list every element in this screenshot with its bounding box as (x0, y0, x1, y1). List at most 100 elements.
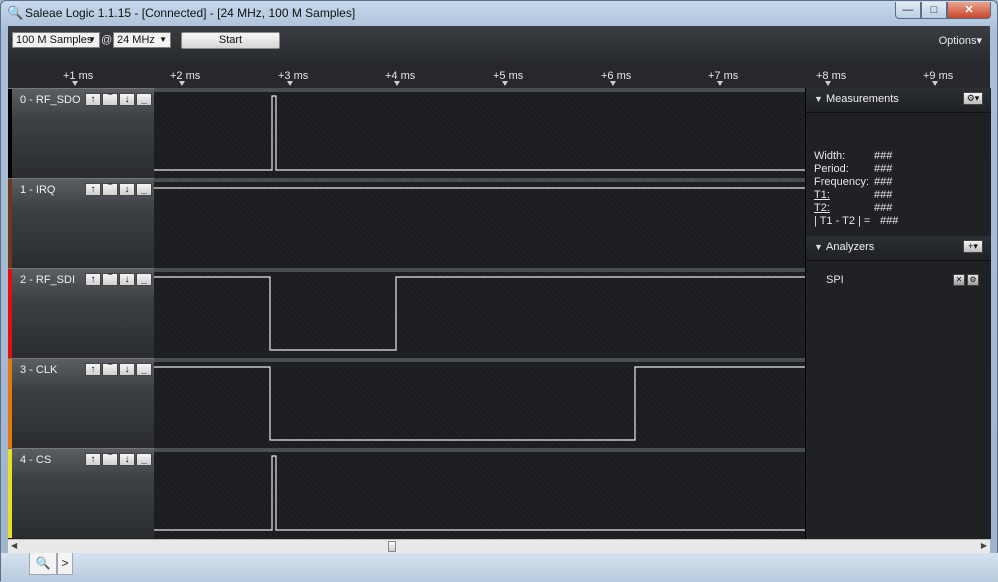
scroll-thumb[interactable] (388, 541, 396, 552)
side-panel: ▼ Measurements ⚙▾ Width: ### Period: ###… (805, 88, 991, 539)
ruler-tick: +5 ms (493, 70, 524, 82)
waveform-area[interactable] (154, 88, 805, 178)
caret-down-icon[interactable]: ▼ (814, 94, 823, 104)
trigger-high-icon[interactable]: ‾ (102, 453, 118, 466)
measurement-label: Width: (814, 150, 846, 162)
tick-marker-icon (825, 81, 831, 86)
channel-label-panel[interactable]: 1 - IRQ ↑ ‾ ↓ _ (8, 178, 154, 268)
title-bar[interactable]: 🔍 Saleae Logic 1.1.15 - [Connected] - [2… (1, 1, 997, 25)
app-window: 🔍 Saleae Logic 1.1.15 - [Connected] - [2… (0, 0, 998, 582)
tick-marker-icon (717, 81, 723, 86)
trigger-rising-icon[interactable]: ↑ (85, 93, 101, 106)
measurement-value: ### (874, 202, 893, 214)
trigger-rising-icon[interactable]: ↑ (85, 273, 101, 286)
trigger-falling-icon[interactable]: ↓ (119, 453, 135, 466)
waveform-area[interactable] (154, 358, 805, 448)
scroll-right-icon[interactable]: ▶ (981, 541, 987, 550)
trigger-low-icon[interactable]: _ (136, 453, 152, 466)
waveform-area[interactable] (154, 178, 805, 268)
measurement-label[interactable]: T1: (814, 189, 830, 201)
ruler-tick: +6 ms (601, 70, 632, 82)
search-tab[interactable]: 🔍 (29, 553, 57, 575)
measurement-label: Frequency: (814, 176, 870, 188)
waveform-area[interactable] (154, 448, 805, 538)
trigger-rising-icon[interactable]: ↑ (85, 453, 101, 466)
channel-label-panel[interactable]: 0 - RF_SDO ↑ ‾ ↓ _ (8, 88, 154, 178)
horizontal-scrollbar[interactable]: ◀ ▶ (8, 539, 990, 554)
trigger-high-icon[interactable]: ‾ (102, 363, 118, 376)
trigger-falling-icon[interactable]: ↓ (119, 273, 135, 286)
measurement-row: Width: ### (814, 150, 892, 162)
tick-marker-icon (394, 81, 400, 86)
measurements-title: Measurements (826, 93, 899, 105)
channel-label-panel[interactable]: 3 - CLK ↑ ‾ ↓ _ (8, 358, 154, 448)
trigger-low-icon[interactable]: _ (136, 183, 152, 196)
measurement-value: ### (874, 163, 893, 175)
start-button[interactable]: Start (181, 32, 280, 49)
ruler-tick: +4 ms (385, 70, 416, 82)
remove-analyzer-icon[interactable]: ✕ (953, 274, 965, 286)
trigger-low-icon[interactable]: _ (136, 363, 152, 376)
trigger-falling-icon[interactable]: ↓ (119, 183, 135, 196)
sample-count-select[interactable]: 100 M Samples ▼ (12, 32, 100, 48)
measurement-value: ### (874, 150, 893, 162)
chevron-right-icon: > (61, 556, 69, 570)
minimize-button[interactable]: — (895, 2, 921, 19)
measurement-label[interactable]: T2: (814, 202, 830, 214)
sample-rate-select[interactable]: 24 MHz ▼ (113, 32, 171, 48)
toolbar: 100 M Samples ▼ @ 24 MHz ▼ Start Options… (8, 26, 990, 66)
search-icon: 🔍 (35, 556, 51, 570)
channel-row-3: 3 - CLK ↑ ‾ ↓ _ (8, 358, 805, 448)
analyzer-item[interactable]: SPI (826, 274, 844, 286)
trigger-falling-icon[interactable]: ↓ (119, 93, 135, 106)
trigger-falling-icon[interactable]: ↓ (119, 363, 135, 376)
tick-marker-icon (610, 81, 616, 86)
close-button[interactable]: ✕ (947, 2, 991, 19)
at-label: @ (101, 34, 113, 46)
scroll-left-icon[interactable]: ◀ (11, 541, 17, 550)
trigger-buttons: ↑ ‾ ↓ _ (85, 183, 153, 196)
ruler-tick: +1 ms (63, 70, 94, 82)
chevron-down-icon: ▼ (88, 35, 96, 44)
trigger-low-icon[interactable]: _ (136, 273, 152, 286)
channel-row-1: 1 - IRQ ↑ ‾ ↓ _ (8, 178, 805, 268)
waveform-trace (154, 95, 805, 171)
app-magnifier-icon: 🔍 (7, 5, 24, 20)
trigger-high-icon[interactable]: ‾ (102, 183, 118, 196)
measurements-header[interactable]: ▼ Measurements ⚙▾ (806, 88, 991, 113)
waveform-area[interactable] (154, 268, 805, 358)
sample-rate-value: 24 MHz (117, 34, 155, 46)
channel-name: 4 - CS (20, 454, 52, 466)
gear-icon[interactable]: ⚙▾ (963, 92, 983, 105)
analyzers-header[interactable]: ▼ Analyzers +▾ (806, 236, 991, 261)
measurement-row: Period: ### (814, 163, 892, 175)
trigger-high-icon[interactable]: ‾ (102, 93, 118, 106)
channel-name: 3 - CLK (20, 364, 58, 376)
time-ruler[interactable]: +1 ms +2 ms +3 ms +4 ms +5 ms +6 ms +7 m… (8, 66, 990, 88)
ruler-tick: +3 ms (278, 70, 309, 82)
analyzers-title: Analyzers (826, 241, 875, 253)
trigger-buttons: ↑ ‾ ↓ _ (85, 363, 153, 376)
measurement-value: ### (874, 189, 893, 201)
channel-label-panel[interactable]: 2 - RF_SDI ↑ ‾ ↓ _ (8, 268, 154, 358)
tick-marker-icon (287, 81, 293, 86)
channel-label-panel[interactable]: 4 - CS ↑ ‾ ↓ _ (8, 448, 154, 538)
add-analyzer-icon[interactable]: +▾ (963, 240, 983, 253)
channel-row-4: 4 - CS ↑ ‾ ↓ _ (8, 448, 805, 538)
trigger-buttons: ↑ ‾ ↓ _ (85, 273, 153, 286)
maximize-button[interactable]: □ (921, 2, 947, 19)
trigger-high-icon[interactable]: ‾ (102, 273, 118, 286)
options-menu[interactable]: Options▾ (939, 34, 982, 47)
trigger-rising-icon[interactable]: ↑ (85, 183, 101, 196)
gear-icon[interactable]: ⚙ (967, 274, 979, 286)
channel-color-swatch (8, 359, 12, 448)
caret-down-icon[interactable]: ▼ (814, 242, 823, 252)
measurement-label: Period: (814, 163, 849, 175)
more-tab[interactable]: > (57, 553, 73, 575)
trigger-rising-icon[interactable]: ↑ (85, 363, 101, 376)
waveform-trace (154, 276, 805, 351)
trigger-low-icon[interactable]: _ (136, 93, 152, 106)
channel-name: 1 - IRQ (20, 184, 56, 196)
tick-marker-icon (72, 81, 78, 86)
channel-color-swatch (8, 179, 12, 268)
